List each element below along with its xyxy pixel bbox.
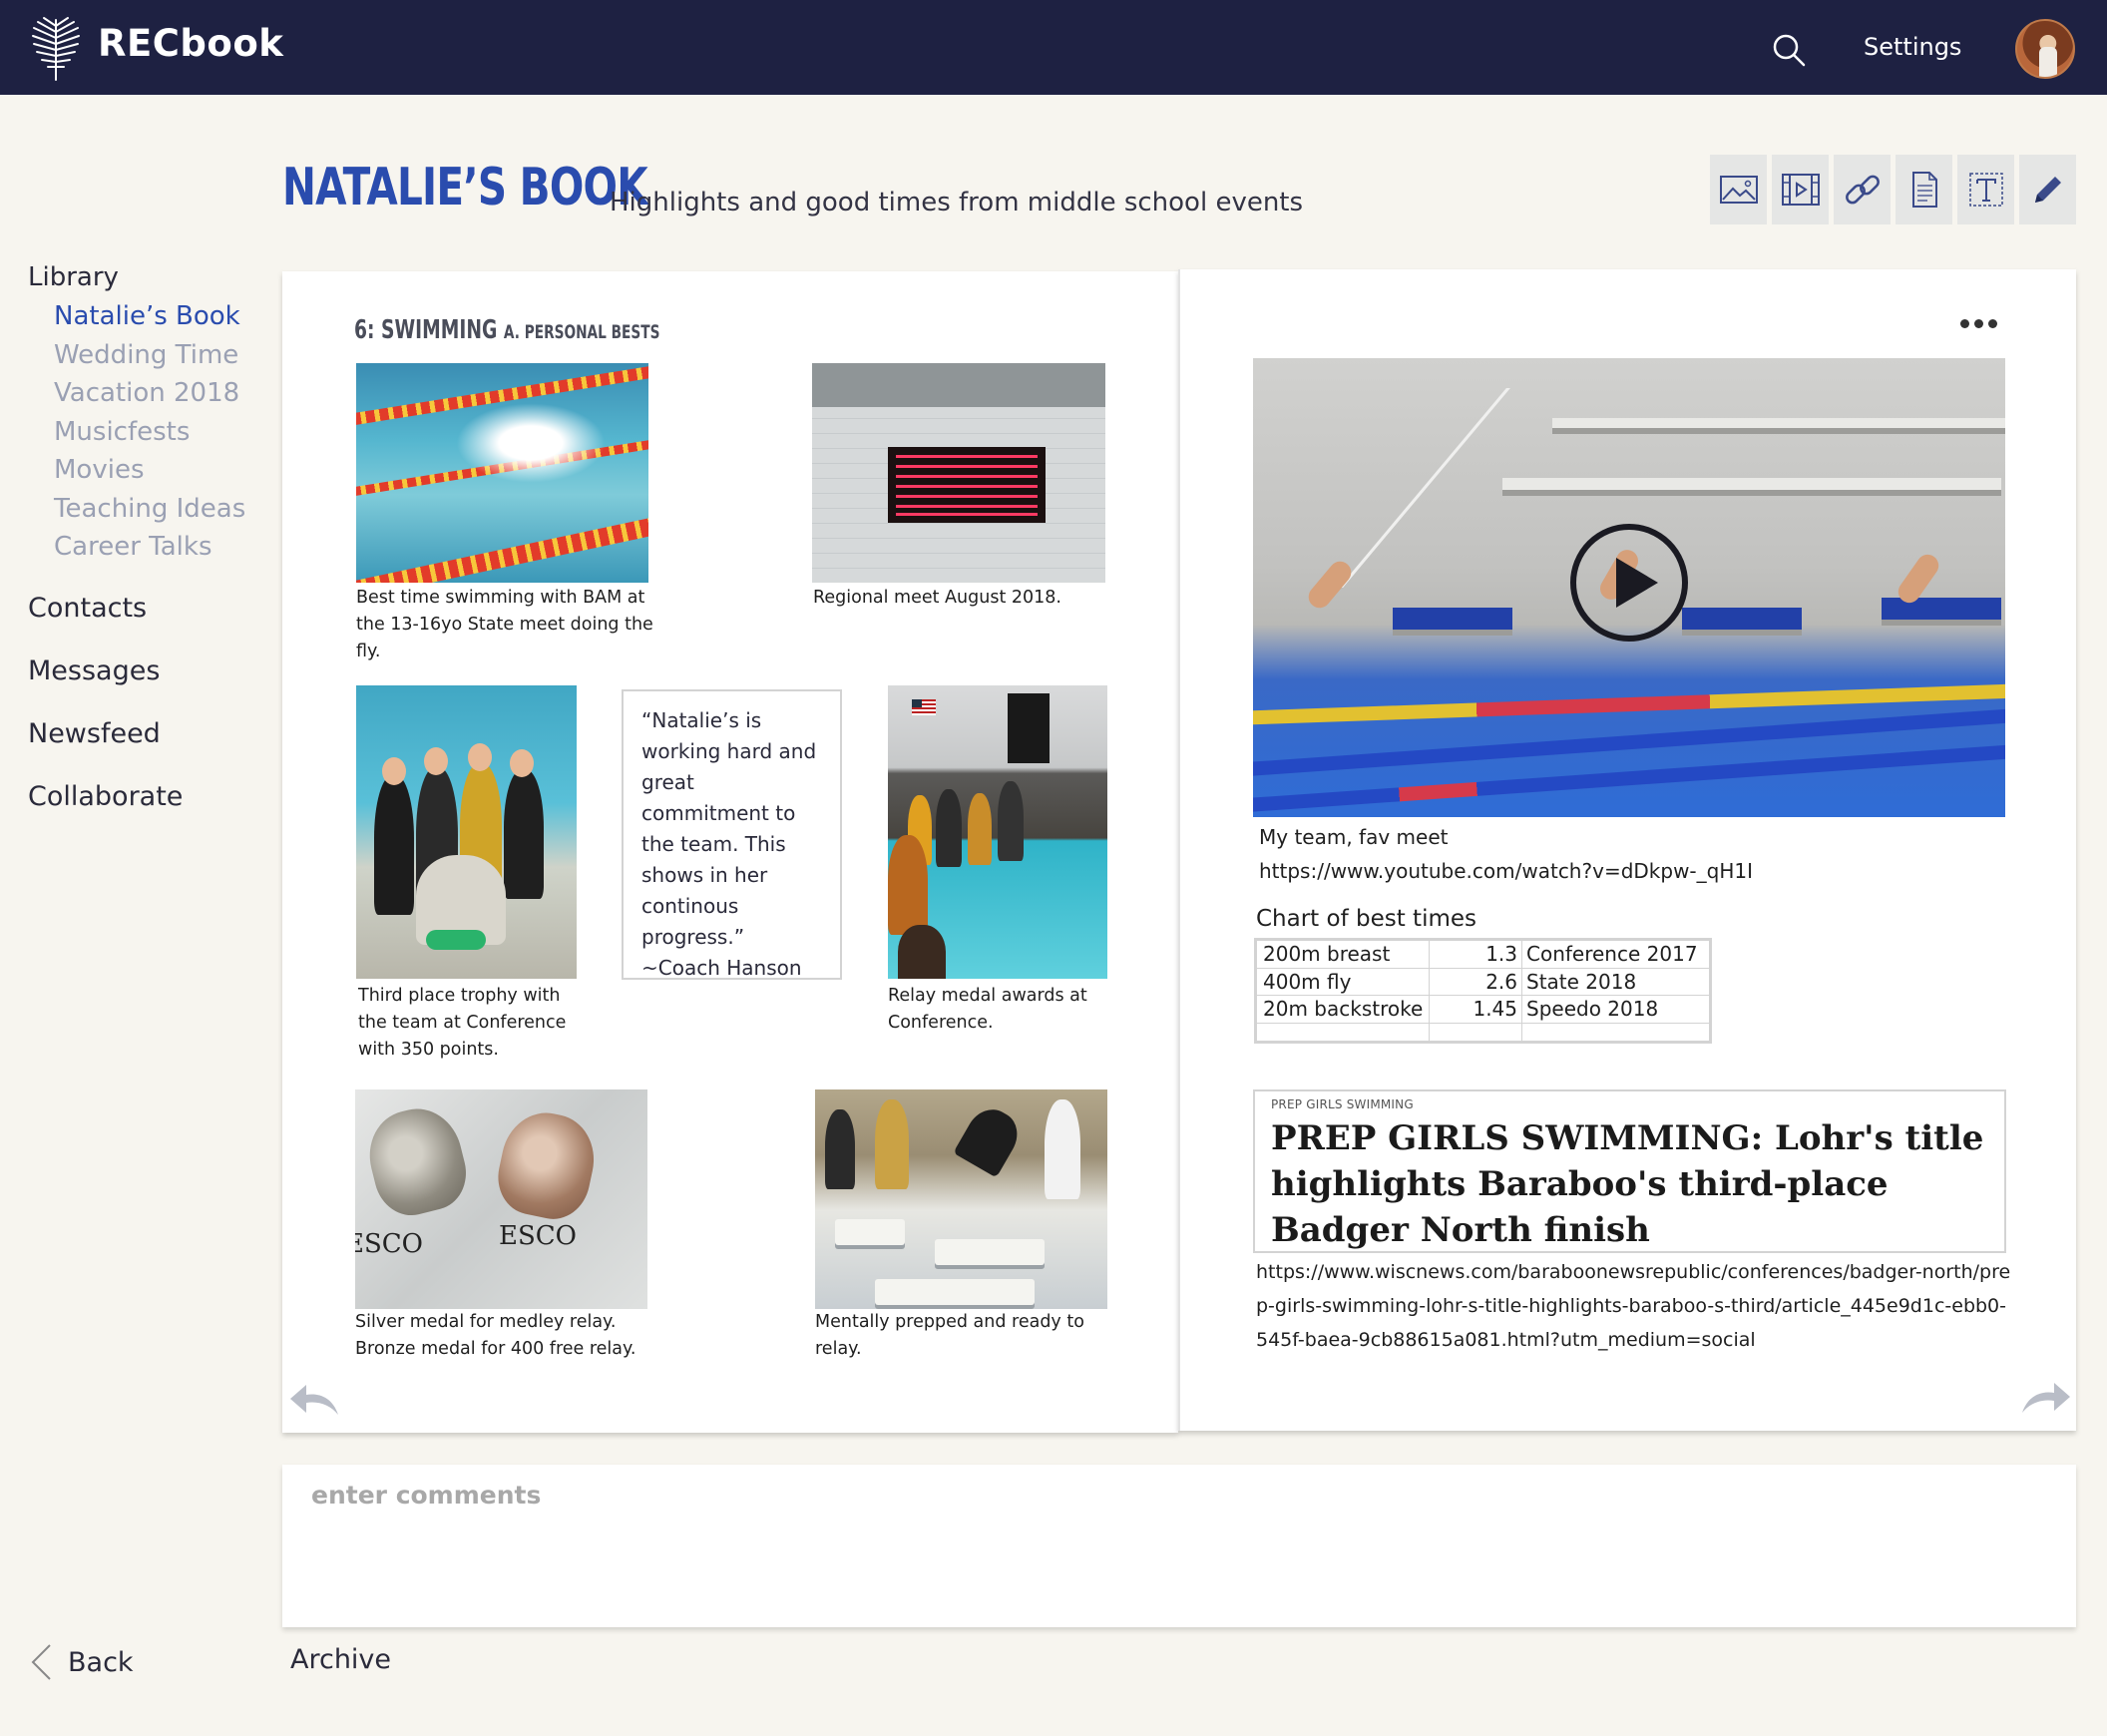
- news-link-card[interactable]: PREP GIRLS SWIMMING PREP GIRLS SWIMMING:…: [1253, 1089, 2006, 1253]
- best-times-title: Chart of best times: [1256, 906, 1477, 932]
- library-item-wedding-time[interactable]: Wedding Time: [54, 336, 267, 375]
- photo-caption: Mentally prepped and ready to relay.: [815, 1312, 1084, 1359]
- sidebar-item-newsfeed[interactable]: Newsfeed: [28, 714, 267, 777]
- news-url-link[interactable]: https://www.wiscnews.com/baraboonewsrepu…: [1256, 1255, 2014, 1357]
- table-cell: [1256, 1022, 1430, 1042]
- photo-caption: Regional meet August 2018.: [813, 588, 1061, 608]
- top-nav-bar: RECbook Settings: [0, 0, 2107, 95]
- text-icon: [1968, 173, 2003, 207]
- edit-button[interactable]: [2019, 155, 2076, 224]
- video-icon: [1781, 174, 1820, 206]
- table-row: [1256, 1022, 1710, 1042]
- table-cell: 1.45: [1429, 995, 1522, 1024]
- next-page-arrow-icon[interactable]: [2020, 1379, 2072, 1415]
- library-list: Natalie’s Book Wedding Time Vacation 201…: [28, 297, 267, 567]
- book-page-left: 6: SWIMMING A. PERSONAL BESTS Best time …: [282, 271, 1178, 1433]
- sidebar-item-contacts[interactable]: Contacts: [28, 589, 267, 651]
- sidebar-main-nav: Contacts Messages Newsfeed Collaborate: [28, 589, 267, 840]
- section-title-sub: A. PERSONAL BESTS: [503, 321, 660, 343]
- photo-scoreboard[interactable]: [812, 363, 1105, 583]
- sidebar-library-heading[interactable]: Library: [28, 257, 267, 297]
- table-row: 200m breast 1.3 Conference 2017: [1256, 940, 1710, 969]
- user-avatar[interactable]: [2015, 19, 2075, 79]
- archive-link[interactable]: Archive: [290, 1644, 391, 1675]
- comments-input[interactable]: [282, 1465, 2076, 1627]
- insert-image-button[interactable]: [1710, 155, 1767, 224]
- book-page-right: My team, fav meet https://www.youtube.co…: [1178, 269, 2076, 1431]
- table-row: 20m backstroke 1.45 Speedo 2018: [1256, 995, 1710, 1024]
- photo-caption: Best time swimming with BAM at the 13-16…: [356, 588, 653, 661]
- sidebar-item-messages[interactable]: Messages: [28, 651, 267, 714]
- previous-page-arrow-icon[interactable]: [288, 1381, 340, 1417]
- photo-medals[interactable]: ESCO ESCO: [355, 1089, 647, 1309]
- back-button[interactable]: Back: [28, 1642, 134, 1682]
- image-icon: [1719, 176, 1758, 204]
- table-cell: State 2018: [1521, 967, 1710, 996]
- more-options-icon[interactable]: [1960, 319, 2006, 333]
- table-cell: [1429, 1022, 1522, 1042]
- photo-team-trophy[interactable]: [356, 685, 577, 979]
- news-kicker: PREP GIRLS SWIMMING: [1271, 1097, 1414, 1111]
- library-item-career-talks[interactable]: Career Talks: [54, 528, 267, 567]
- sidebar: Library Natalie’s Book Wedding Time Vaca…: [28, 257, 267, 840]
- section-title: 6: SWIMMING A. PERSONAL BESTS: [354, 315, 659, 345]
- quote-text-box[interactable]: “Natalie’s is working hard and great com…: [622, 689, 842, 980]
- library-item-musicfests[interactable]: Musicfests: [54, 413, 267, 452]
- chevron-left-icon: [31, 1644, 51, 1680]
- settings-link[interactable]: Settings: [1864, 33, 1961, 61]
- video-caption: My team, fav meet: [1259, 825, 1449, 849]
- book-title: NATALIE’S BOOK: [282, 158, 648, 217]
- table-cell: Conference 2017: [1521, 940, 1710, 969]
- news-headline: PREP GIRLS SWIMMING: Lohr's title highli…: [1271, 1118, 1984, 1250]
- app-brand-name[interactable]: RECbook: [98, 22, 283, 65]
- library-item-natalies-book[interactable]: Natalie’s Book: [54, 297, 267, 336]
- insert-text-button[interactable]: [1957, 155, 2014, 224]
- library-item-vacation-2018[interactable]: Vacation 2018: [54, 374, 267, 413]
- table-cell: [1521, 1022, 1710, 1042]
- book-subtitle: Highlights and good times from middle sc…: [610, 188, 1304, 217]
- medal-package-label: ESCO: [355, 1229, 423, 1259]
- insert-toolbar: [1710, 155, 2076, 224]
- photo-relay-awards[interactable]: [888, 685, 1107, 979]
- search-icon[interactable]: [1772, 33, 1806, 67]
- table-cell: Speedo 2018: [1521, 995, 1710, 1024]
- section-title-main: 6: SWIMMING: [354, 315, 498, 345]
- palm-leaf-logo-icon[interactable]: [30, 16, 82, 82]
- insert-document-button[interactable]: [1896, 155, 1952, 224]
- insert-link-button[interactable]: [1834, 155, 1891, 224]
- library-item-teaching-ideas[interactable]: Teaching Ideas: [54, 490, 267, 529]
- table-row: 400m fly 2.6 State 2018: [1256, 967, 1710, 996]
- pencil-icon: [2034, 177, 2061, 203]
- photo-relay-start[interactable]: [815, 1089, 1107, 1309]
- table-cell: 20m backstroke: [1256, 995, 1430, 1024]
- video-url-link[interactable]: https://www.youtube.com/watch?v=dDkpw-_q…: [1259, 859, 1753, 883]
- sidebar-item-collaborate[interactable]: Collaborate: [28, 777, 267, 840]
- photo-caption: Silver medal for medley relay. Bronze me…: [355, 1312, 636, 1359]
- photo-caption: Relay medal awards at Conference.: [888, 986, 1087, 1033]
- video-embed[interactable]: [1253, 358, 2005, 817]
- photo-butterfly-swimmer[interactable]: [356, 363, 648, 583]
- insert-video-button[interactable]: [1772, 155, 1829, 224]
- document-icon: [1911, 172, 1937, 208]
- table-cell: 200m breast: [1256, 940, 1430, 969]
- photo-caption: Third place trophy with the team at Conf…: [358, 986, 567, 1060]
- play-icon[interactable]: [1568, 522, 1690, 644]
- link-icon: [1845, 175, 1880, 205]
- medal-package-label: ESCO: [499, 1221, 577, 1251]
- table-cell: 400m fly: [1256, 967, 1430, 996]
- table-cell: 1.3: [1429, 940, 1522, 969]
- table-cell: 2.6: [1429, 967, 1522, 996]
- best-times-table: 200m breast 1.3 Conference 2017 400m fly…: [1254, 938, 1712, 1044]
- library-item-movies[interactable]: Movies: [54, 451, 267, 490]
- back-label: Back: [68, 1646, 134, 1678]
